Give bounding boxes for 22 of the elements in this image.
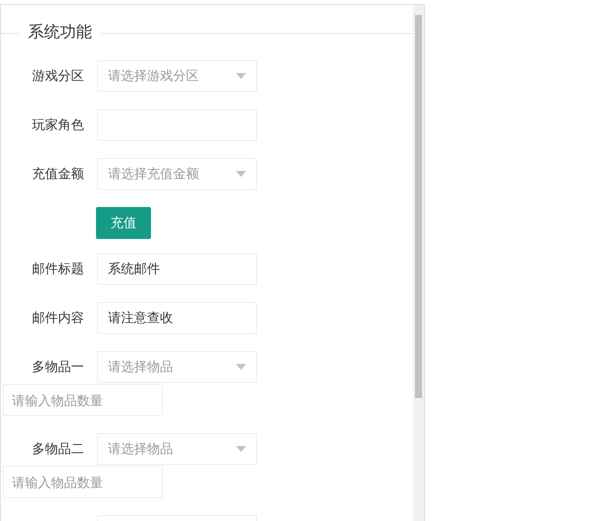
caret-icon [236, 73, 246, 79]
section-legend: 系统功能 [19, 21, 101, 45]
select-field[interactable]: 请选择物品 [97, 433, 257, 465]
field-label: 多物品一 [31, 358, 84, 376]
select-field[interactable]: 请选择充值金额 [97, 158, 257, 190]
field-label: 充值金额 [31, 165, 84, 184]
text-field[interactable]: 系统邮件 [97, 253, 257, 285]
caret-icon [236, 364, 246, 370]
select-field[interactable]: 请选择物品 [97, 351, 257, 383]
field-label: 邮件标题 [31, 260, 84, 278]
recharge-button[interactable]: 充值 [96, 207, 151, 239]
text-field[interactable]: 请注意查收 [97, 302, 257, 334]
field-label: 玩家角色 [31, 116, 84, 134]
caret-icon [236, 171, 246, 177]
select-field[interactable]: 请选择游戏分区 [97, 60, 257, 92]
field-label: 游戏分区 [31, 67, 84, 86]
field-label: 多物品二 [31, 440, 84, 458]
caret-icon [236, 446, 246, 452]
quantity-field[interactable]: 请输入物品数量 [3, 466, 163, 498]
quantity-field[interactable]: 请输入物品数量 [3, 384, 163, 416]
scrollbar[interactable] [413, 5, 424, 521]
field-label: 邮件内容 [31, 309, 84, 328]
